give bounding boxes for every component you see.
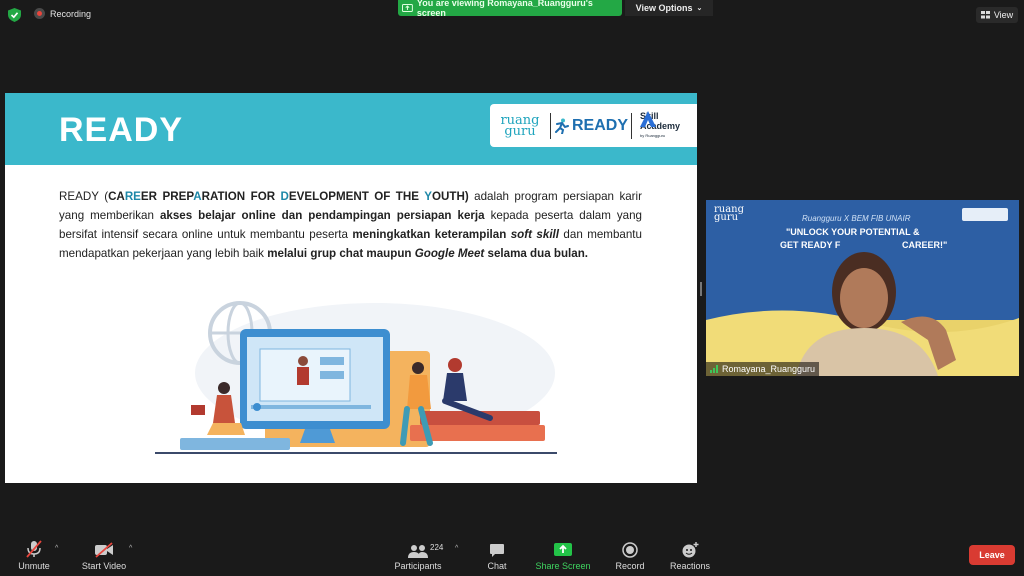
record-button[interactable]: Record xyxy=(612,536,648,576)
unmute-button[interactable]: Unmute xyxy=(14,536,54,576)
partner-logos: ruang guru READY Skill Academy by Ruangg… xyxy=(490,104,697,147)
view-button[interactable]: View xyxy=(976,7,1018,23)
chevron-down-icon: ⌄ xyxy=(696,5,703,12)
share-screen-up-arrow-icon xyxy=(554,543,572,556)
top-bar: Recording You are viewing Romayana_Ruang… xyxy=(0,0,1024,30)
banner-logo: ruang guru xyxy=(714,204,745,223)
recording-label: Recording xyxy=(50,8,92,19)
share-screen-icon xyxy=(402,3,413,12)
record-icon xyxy=(622,542,638,558)
banner-headline-1: "UNLOCK YOUR POTENTIAL & xyxy=(786,227,920,237)
skill-academy-mark-icon xyxy=(640,110,657,127)
participant-video-tile[interactable]: ruang guru Ruangguru X BEM FIB UNAIR "UN… xyxy=(706,200,1019,376)
participants-button[interactable]: Participants xyxy=(392,536,444,576)
banner-headline-3: CAREER!" xyxy=(902,240,948,250)
ready-logo: READY xyxy=(551,117,631,135)
chat-button[interactable]: Chat xyxy=(482,536,512,576)
view-label: View xyxy=(993,10,1014,20)
meeting-toolbar: Unmute ^ Start Video ^ Participants 224 … xyxy=(0,536,1024,576)
participants-icon xyxy=(408,545,428,558)
chat-bubble-icon xyxy=(490,544,504,557)
share-screen-button[interactable]: Share Screen xyxy=(534,536,592,576)
signal-bars-icon xyxy=(710,365,718,373)
panel-resize-handle[interactable] xyxy=(700,282,702,296)
grid-view-icon xyxy=(980,11,990,19)
reactions-button[interactable]: Reactions xyxy=(667,536,713,576)
smiley-plus-icon xyxy=(682,542,699,558)
participant-name-tag: Romayana_Ruangguru xyxy=(706,362,820,376)
banner-headline-2: GET READY F xyxy=(780,240,841,250)
video-options-caret-icon[interactable]: ^ xyxy=(129,545,132,552)
start-video-button[interactable]: Start Video xyxy=(80,536,128,576)
slide-body-text: READY (CAREER PREPARATION FOR DEVELOPMEN… xyxy=(59,190,643,260)
view-options-button[interactable]: View Options ⌄ xyxy=(625,0,713,16)
participants-count: 224 xyxy=(430,543,444,552)
recording-indicator[interactable]: Recording xyxy=(34,8,91,19)
running-figure-icon xyxy=(554,118,569,134)
video-camera-off-icon xyxy=(95,542,113,558)
slide-header: READY ruang guru READY Skill Academy by … xyxy=(5,93,697,165)
record-dot-icon xyxy=(34,8,45,19)
shield-check-icon[interactable] xyxy=(8,8,21,22)
leave-button[interactable]: Leave xyxy=(969,545,1015,565)
ruangguru-logo: ruang guru xyxy=(500,112,540,139)
banner-subtitle: Ruangguru X BEM FIB UNAIR xyxy=(802,214,911,223)
viewing-screen-banner: You are viewing Romayana_Ruangguru's scr… xyxy=(398,0,622,18)
microphone-muted-icon xyxy=(26,540,42,558)
participants-options-caret-icon[interactable]: ^ xyxy=(455,545,458,552)
slide-title: READY xyxy=(59,111,184,149)
view-options-label: View Options xyxy=(635,3,693,13)
audio-options-caret-icon[interactable]: ^ xyxy=(55,545,58,552)
shared-screen-slide[interactable]: READY ruang guru READY Skill Academy by … xyxy=(5,93,697,483)
viewing-label: You are viewing Romayana_Ruangguru's scr… xyxy=(416,0,593,18)
online-learning-illustration xyxy=(155,301,557,454)
